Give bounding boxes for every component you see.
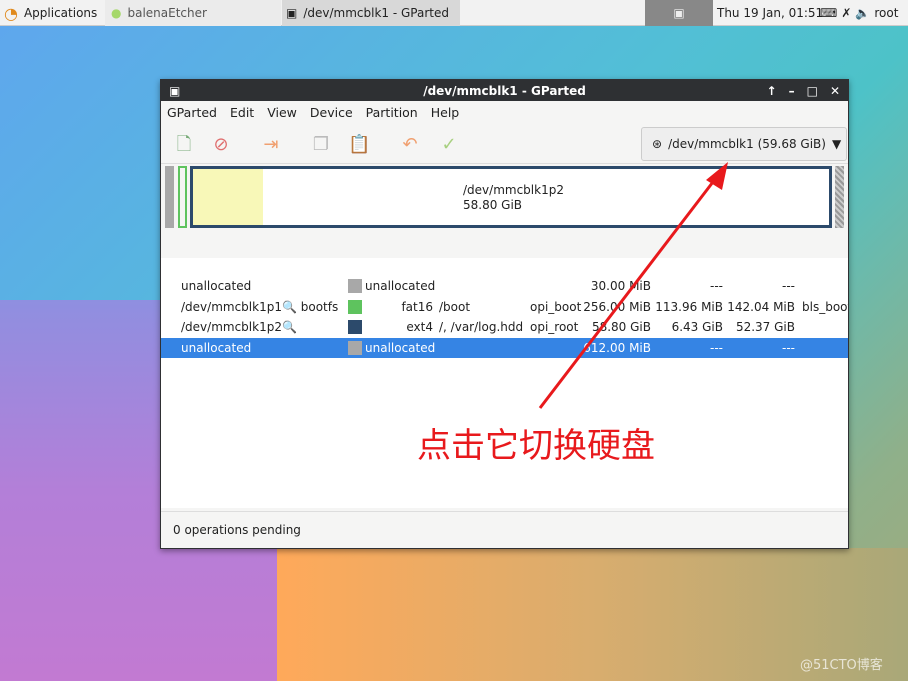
annotation-text: 点击它切换硬盘 <box>417 426 655 466</box>
annotation-arrow <box>538 162 728 409</box>
watermark: @51CTO博客 <box>800 658 883 673</box>
